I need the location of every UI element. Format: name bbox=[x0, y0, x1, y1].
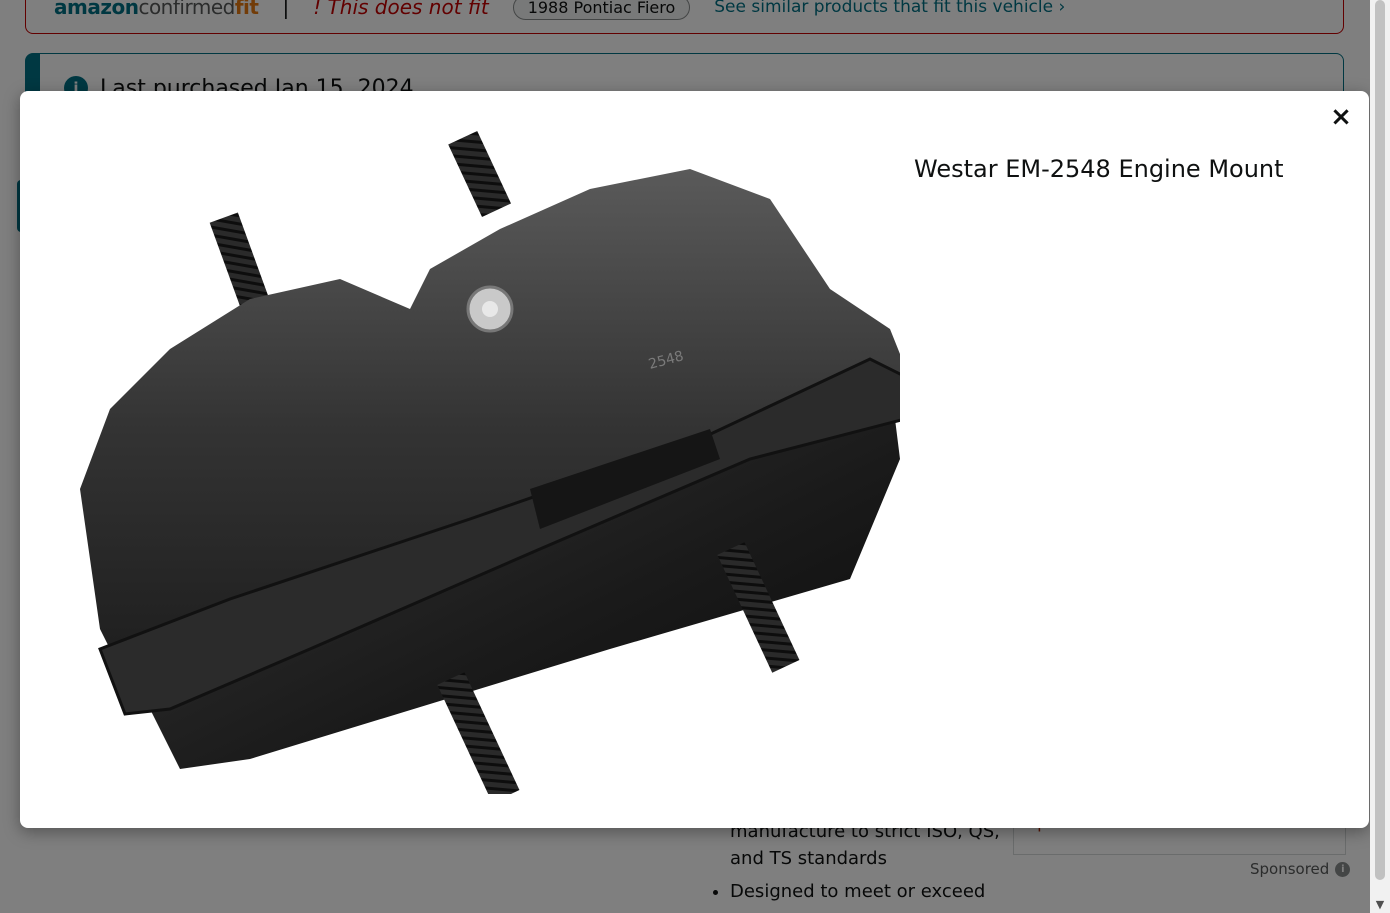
close-icon[interactable]: × bbox=[1327, 103, 1355, 131]
image-viewer-modal: × Westar EM-2548 Engine Mount 2548 bbox=[20, 91, 1369, 828]
mounting-stud-bottom-left bbox=[437, 672, 520, 794]
vertical-scrollbar[interactable]: ▲ ▼ bbox=[1370, 0, 1390, 913]
product-title: Westar EM-2548 Engine Mount bbox=[914, 155, 1284, 183]
mounting-stud-top-left bbox=[209, 212, 269, 308]
mounting-stud-top-right bbox=[448, 130, 512, 217]
scroll-down-icon[interactable]: ▼ bbox=[1370, 897, 1390, 913]
engine-mount-image: 2548 bbox=[80, 130, 900, 794]
scrollbar-thumb[interactable] bbox=[1375, 0, 1385, 880]
